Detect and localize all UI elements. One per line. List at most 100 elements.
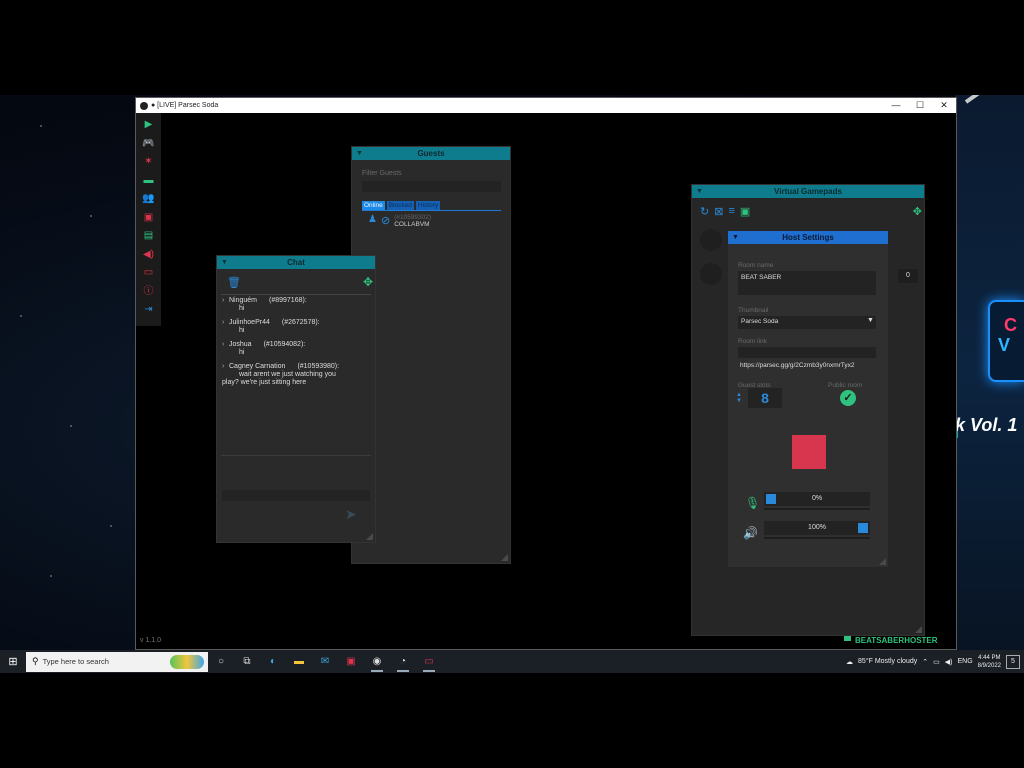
refresh-icon[interactable]: ↻ (700, 205, 709, 218)
microphone-icon[interactable]: 🎙 (745, 496, 760, 510)
tab-blocked[interactable]: Blocked (386, 201, 414, 210)
mic-volume-value: 0% (811, 495, 823, 502)
room-color-swatch[interactable] (792, 435, 826, 469)
resize-grip[interactable] (879, 558, 886, 565)
room-name-input[interactable]: BEAT SABER (738, 271, 876, 295)
dropdown-arrow-icon[interactable]: ▼ (867, 317, 874, 324)
chat-username[interactable]: Ninguém (229, 297, 257, 305)
info-icon[interactable]: ⓘ (141, 283, 157, 302)
star (50, 575, 52, 577)
notification-button[interactable]: 5 (1006, 654, 1020, 669)
minimize-button[interactable]: — (884, 100, 908, 111)
gamepads-title: Virtual Gamepads (774, 187, 842, 196)
chat-username[interactable]: Joshua (229, 341, 252, 349)
speaker-volume-slider[interactable]: 100% (764, 521, 870, 539)
speaker-volume-value: 100% (808, 524, 826, 531)
volume-icon[interactable]: ◀) (945, 658, 953, 666)
guest-permission-icon[interactable]: ♟ (368, 214, 377, 225)
thumbnail-select[interactable]: Parsec Soda (738, 316, 876, 329)
lock-icon[interactable]: ▣ (740, 205, 750, 218)
host-settings-header[interactable]: ▼ Host Settings (728, 231, 888, 244)
users-icon[interactable]: 👥 (141, 190, 157, 209)
file-explorer-icon[interactable]: ▬ (286, 650, 312, 673)
mic-volume-slider[interactable]: 0% (764, 492, 870, 510)
close-button[interactable]: ✕ (932, 100, 956, 111)
edge-icon[interactable]: ◐ (260, 650, 286, 673)
collapse-triangle-icon[interactable]: ▼ (732, 231, 739, 244)
move-icon[interactable]: ✥ (913, 205, 922, 218)
chat-icon[interactable]: ▬ (141, 172, 157, 191)
resize-grip[interactable] (366, 533, 373, 540)
gamepad-icon[interactable]: 🎮 (141, 135, 157, 154)
collapse-triangle-icon[interactable]: ▼ (221, 256, 228, 269)
network-icon[interactable]: ▭ (933, 658, 940, 666)
weather-icon: ☁ (846, 658, 854, 666)
chevron-up-icon[interactable]: ⌃ (922, 658, 928, 666)
cortana-icon[interactable]: ○ (208, 650, 234, 673)
room-name-label: Room name (738, 262, 774, 269)
store-icon[interactable]: ▣ (338, 650, 364, 673)
speaker-icon[interactable]: 🔊 (743, 526, 758, 540)
resize-grip[interactable] (501, 554, 508, 561)
room-link-value[interactable]: https://parsec.gg/g/2Czmb3y0nxmrTyx2 (740, 362, 880, 369)
move-icon[interactable]: ✥ (363, 275, 373, 289)
guests-header[interactable]: ▼ Guests (352, 147, 510, 160)
parsec-taskbar-icon[interactable]: ◔ (390, 650, 416, 673)
guest-slots-stepper[interactable]: ▲ ▼ (736, 392, 742, 404)
chat-message: › Cagney Carnation (#10593980): wait arent … (222, 363, 372, 387)
star (20, 315, 22, 317)
chat-message: › Joshua (#10594082): hi (222, 341, 372, 357)
star (90, 215, 92, 217)
block-icon[interactable]: ⊘ (381, 214, 390, 227)
tab-history[interactable]: History (415, 201, 441, 210)
sort-icon[interactable]: ≡ (728, 205, 734, 217)
gamepads-header[interactable]: ▼ Virtual Gamepads (692, 185, 924, 198)
search-placeholder: Type here to search (42, 657, 109, 666)
send-icon[interactable]: ➤ (345, 506, 357, 523)
mail-icon[interactable]: ✉ (312, 650, 338, 673)
taskbar-search-box[interactable]: ⚲ Type here to search (26, 651, 208, 672)
bird-icon[interactable]: ✶ (141, 153, 157, 172)
weather-text[interactable]: 85°F Mostly cloudy (858, 658, 917, 665)
book-icon[interactable]: ▤ (141, 227, 157, 246)
host-settings-panel: ▼ Host Settings Room name BEAT SABER Thu… (728, 231, 888, 567)
guest-slots-value[interactable]: 8 (748, 388, 782, 408)
play-icon[interactable]: ▶ (141, 116, 157, 135)
maximize-button[interactable]: ☐ (908, 100, 932, 111)
image-icon[interactable]: ▣ (141, 209, 157, 228)
decrement-icon[interactable]: ▼ (736, 398, 742, 404)
public-room-checkbox[interactable]: ✓ (840, 390, 856, 406)
chat-header[interactable]: ▼ Chat (217, 256, 375, 269)
speaker-icon[interactable]: ◀) (141, 246, 157, 265)
tab-online[interactable]: Online (362, 201, 385, 210)
windows-start-button[interactable]: ⊞ (0, 650, 26, 673)
slider-knob[interactable] (766, 494, 776, 504)
parsec-soda-taskbar-icon[interactable]: ◉ (364, 650, 390, 673)
gamepad-off-icon[interactable]: ⊠ (714, 205, 723, 218)
task-view-icon[interactable]: ⧉ (234, 650, 260, 673)
monitor-icon[interactable]: ▭ (141, 264, 157, 283)
gamepad-slot[interactable] (700, 263, 722, 285)
clock-time: 4:44 PM (978, 654, 1001, 661)
collapse-triangle-icon[interactable]: ▼ (696, 185, 703, 198)
overlay-username: BEATSABERHOSTER (855, 636, 938, 645)
trash-icon[interactable]: 🗑 (227, 276, 241, 289)
chat-input[interactable] (222, 490, 370, 501)
clock[interactable]: 4:44 PM 8/9/2022 (978, 654, 1001, 670)
gamepad-slot[interactable] (700, 229, 722, 251)
language-indicator[interactable]: ENG (957, 658, 972, 665)
divider (221, 455, 371, 456)
chat-title: Chat (287, 258, 305, 267)
filter-guests-input[interactable] (362, 181, 501, 192)
resize-grip[interactable] (915, 626, 922, 633)
chat-message-text: wait arent we just watching you (239, 371, 336, 378)
chat-username[interactable]: JulinhoePr44 (229, 319, 270, 327)
slider-knob[interactable] (858, 523, 868, 533)
chat-username[interactable]: Cagney Carnation (229, 363, 285, 371)
collapse-triangle-icon[interactable]: ▼ (356, 147, 363, 160)
room-link-bar (738, 347, 876, 358)
title-bar[interactable]: ● [LIVE] Parsec Soda — ☐ ✕ (136, 98, 956, 113)
app-taskbar-icon[interactable]: ▭ (416, 650, 442, 673)
filter-guests-label: Filter Guests (362, 170, 402, 177)
exit-icon[interactable]: ⇥ (141, 301, 157, 320)
